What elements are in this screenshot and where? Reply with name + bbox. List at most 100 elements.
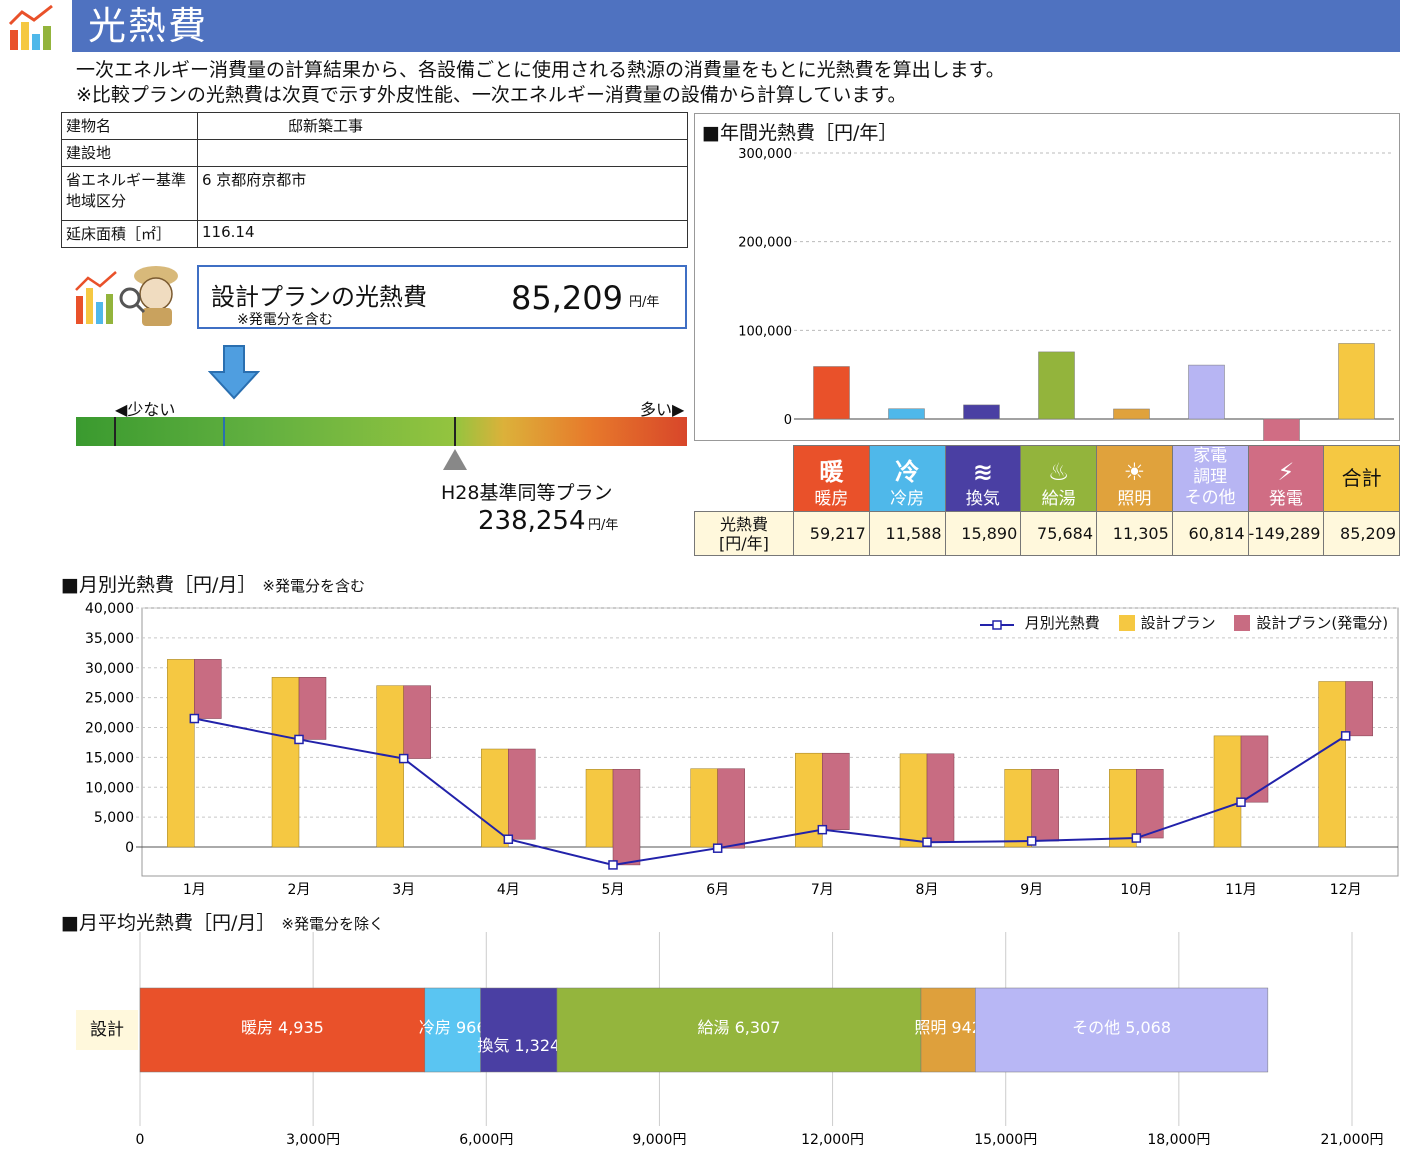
category-cell: ≋ 換気: [944, 445, 1022, 512]
category-label: 合計: [1341, 465, 1382, 490]
category-cost-value: 11,305: [1096, 511, 1173, 556]
category-cost-value: 85,209: [1323, 511, 1400, 556]
monthly-xtick-label: 7月: [811, 882, 834, 898]
chart-logo-icon: [8, 4, 53, 50]
monthly-generation-bar: [717, 768, 745, 849]
info-key: 延床面積［㎡］: [61, 220, 198, 248]
design-plan-value: 85,209: [511, 279, 623, 317]
cost-row-header-text: 光熱費 [円/年]: [719, 514, 769, 553]
building-info-table: 建物名 邸新築工事 建設地 省エネルギー基準地域区分 6 京都府京都市 延床面積…: [61, 112, 688, 248]
annual-ytick-label: 100,000: [738, 324, 792, 339]
info-row: 建設地: [61, 139, 688, 167]
info-row: 建物名 邸新築工事: [61, 112, 688, 140]
legend-line-icon: [980, 617, 1014, 630]
category-icon: ☀: [1123, 458, 1146, 486]
category-cost-value: 15,890: [944, 511, 1022, 556]
monthly-generation-bar: [298, 677, 327, 740]
category-cell: ☀ 照明: [1096, 445, 1173, 512]
category-cost-value: 59,217: [793, 511, 870, 556]
category-cost-value: 75,684: [1020, 511, 1097, 556]
monthly-design-bar: [690, 768, 718, 848]
info-value: 6 京都府京都市: [197, 166, 688, 221]
category-cell: 合計: [1323, 445, 1400, 512]
monthly-xtick-label: 5月: [602, 882, 625, 898]
category-cell: 冷冷房: [868, 445, 946, 512]
category-cost-value: 11,588: [868, 511, 946, 556]
arrow-down-icon: [208, 345, 260, 400]
monthly-ytick-label: 30,000: [85, 661, 134, 677]
annual-bar-給湯: [1038, 351, 1075, 420]
monthly-ytick-label: 25,000: [85, 691, 134, 707]
monthly-ytick-label: 40,000: [85, 601, 134, 617]
monthly-generation-bar: [1345, 681, 1373, 737]
monthly-cost-point: [1340, 731, 1351, 741]
info-value: 邸新築工事: [197, 112, 688, 140]
monthly-generation-bar: [926, 753, 955, 843]
design-plan-title: 設計プランの光熱費: [211, 283, 427, 311]
cost-row-header: 光熱費 [円/年]: [694, 511, 794, 556]
monthly-generation-bar: [403, 685, 431, 759]
average-cost-chart: 0 3,000円 6,000円 9,000円 12,000円 15,000円 18,000円…: [136, 932, 1384, 1148]
average-xtick-label: 6,000円: [459, 1132, 513, 1148]
average-xtick-label: 9,000円: [632, 1132, 686, 1148]
monthly-xtick-label: 2月: [288, 882, 311, 898]
category-icon: 暖: [819, 458, 844, 486]
annual-ytick-label: 300,000: [738, 147, 792, 162]
annual-bar-発電: [1263, 418, 1300, 441]
scale-h28-tick: [453, 417, 456, 446]
monthly-ytick-label: 15,000: [85, 750, 134, 766]
average-segment-label: 照明 942: [914, 1018, 982, 1037]
intro-line-2: ※比較プランの光熱費は次頁で示す外皮性能、一次エネルギー消費量の設備から計算して…: [76, 84, 907, 106]
intro-line-1: 一次エネルギー消費量の計算結果から、各設備ごとに使用される熱源の消費量をもとに光…: [76, 59, 1005, 81]
average-xtick-label: 0: [136, 1132, 145, 1148]
category-label: 照明: [1117, 489, 1152, 509]
info-row: 省エネルギー基準地域区分 6 京都府京都市: [61, 166, 688, 221]
category-cost-value: -149,289: [1247, 511, 1325, 556]
average-xtick-label: 12,000円: [801, 1132, 864, 1148]
info-value: [197, 139, 688, 167]
monthly-ytick-label: 10,000: [85, 780, 134, 796]
design-plan-unit: 円/年: [629, 295, 660, 310]
monthly-generation-bar: [194, 659, 222, 719]
monthly-design-bar: [167, 659, 195, 848]
monthly-xtick-label: 3月: [392, 882, 415, 898]
monthly-generation-bar: [508, 748, 536, 840]
average-xtick-label: 21,000円: [1321, 1132, 1384, 1148]
monthly-chart-title: ■月別光熱費［円/月］ ※発電分を含む: [61, 570, 365, 597]
monthly-xtick-label: 1月: [183, 882, 206, 898]
monthly-design-bar: [481, 748, 509, 848]
category-label: 冷房: [890, 489, 925, 509]
monthly-ytick-label: 0: [125, 840, 134, 856]
monthly-design-bar: [1213, 735, 1242, 848]
monthly-design-bar: [376, 685, 404, 848]
monthly-generation-bar: [1031, 769, 1059, 842]
monthly-cost-chart: 0 5,000 10,000 15,000 20,000 25,000 30,000 35,0…: [85, 601, 1399, 898]
h28-plan-label: H28基準同等プラン: [441, 482, 613, 504]
annual-cost-table: 暖暖房冷冷房 ≋ 換気 ♨ 給湯 ☀ 照明 家電 調理 その他 ⚡ 発電 合計 光熱費 [円/年] 59,…: [694, 445, 1400, 556]
scale-design-tick: [222, 417, 225, 446]
monthly-cost-point: [398, 753, 409, 764]
annual-bar-暖房: [813, 366, 850, 420]
monthly-cost-point: [503, 834, 514, 844]
monthly-design-bar: [899, 753, 928, 848]
monthly-xtick-label: 9月: [1020, 882, 1043, 898]
mascot-detective-icon: [75, 266, 178, 326]
category-label: 暖房: [814, 489, 849, 509]
legend-swatch-generation: [1234, 614, 1251, 631]
monthly-ytick-label: 5,000: [94, 810, 134, 826]
average-segment-label: その他 5,068: [1072, 1018, 1171, 1037]
design-plan-note: ※発電分を含む: [237, 312, 333, 328]
category-icon: ♨: [1047, 458, 1070, 486]
monthly-design-bar: [271, 677, 300, 848]
monthly-ytick-label: 35,000: [85, 631, 134, 647]
average-xtick-label: 15,000円: [974, 1132, 1037, 1148]
average-segment-換気: [480, 987, 558, 1073]
average-xtick-label: 18,000円: [1147, 1132, 1210, 1148]
monthly-chart-title-text: ■月別光熱費［円/月］: [61, 574, 257, 596]
monthly-cost-point: [294, 734, 304, 745]
average-xtick-label: 3,000円: [286, 1132, 340, 1148]
monthly-cost-point: [608, 860, 618, 870]
monthly-cost-point: [817, 824, 828, 835]
monthly-design-bar: [1318, 681, 1346, 848]
monthly-cost-point: [1236, 797, 1246, 807]
